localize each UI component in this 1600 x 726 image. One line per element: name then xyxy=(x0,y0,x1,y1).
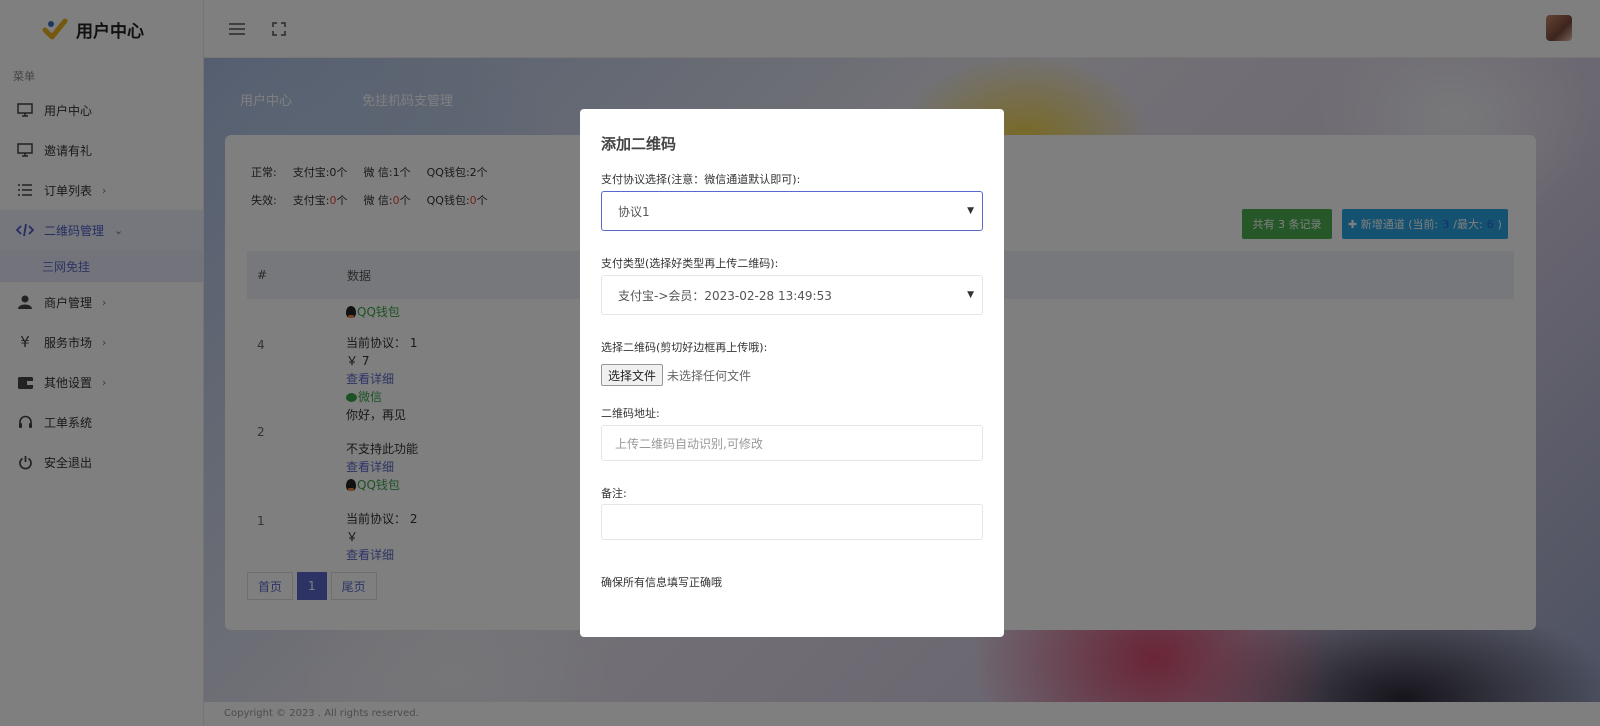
file-status: 未选择任何文件 xyxy=(667,368,752,383)
paytype-label: 支付类型(选择好类型再上传二维码): xyxy=(601,257,779,270)
protocol-select[interactable]: 协议1 ▼ xyxy=(601,191,983,231)
protocol-label: 支付协议选择(注意：微信通道默认即可): xyxy=(601,173,801,186)
paytype-select[interactable]: 支付宝->会员：2023-02-28 13:49:53 ▼ xyxy=(601,275,983,315)
paytype-select-value: 支付宝->会员：2023-02-28 13:49:53 xyxy=(618,288,832,303)
qr-address-input[interactable]: 上传二维码自动识别,可修改 xyxy=(601,425,983,461)
protocol-select-value: 协议1 xyxy=(618,204,650,219)
remark-label: 备注: xyxy=(601,487,627,500)
remark-input[interactable] xyxy=(601,504,983,540)
dropdown-arrow-icon: ▼ xyxy=(967,206,974,216)
modal-title: 添加二维码 xyxy=(601,135,677,153)
form-note: 确保所有信息填写正确哦 xyxy=(601,576,722,589)
qr-file-label: 选择二维码(剪切好边框再上传哦): xyxy=(601,341,768,354)
dropdown-arrow-icon: ▼ xyxy=(967,290,974,300)
qr-file-input: 选择文件 未选择任何文件 xyxy=(601,364,751,386)
choose-file-button[interactable]: 选择文件 xyxy=(601,364,664,386)
add-qrcode-modal: 添加二维码 支付协议选择(注意：微信通道默认即可): 协议1 ▼ 支付类型(选择… xyxy=(580,109,1004,637)
qr-address-label: 二维码地址: xyxy=(601,407,660,420)
